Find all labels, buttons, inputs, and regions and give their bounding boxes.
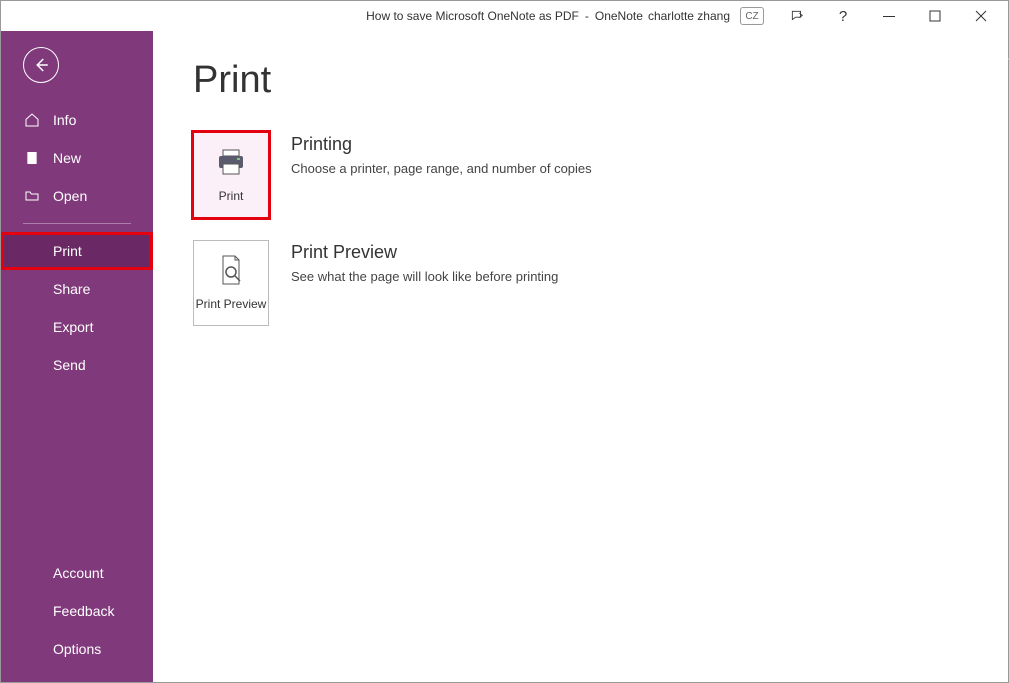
title-bar-title: How to save Microsoft OneNote as PDF - O… bbox=[366, 9, 643, 23]
sidebar-item-print[interactable]: Print bbox=[1, 232, 153, 270]
print-tile-label: Print bbox=[219, 189, 244, 203]
user-initials-badge[interactable]: CZ bbox=[740, 7, 764, 25]
home-icon bbox=[23, 111, 41, 129]
sidebar-label-info: Info bbox=[53, 112, 76, 128]
sidebar-item-account[interactable]: Account bbox=[1, 554, 153, 592]
sidebar-label-export: Export bbox=[53, 319, 93, 335]
share-feedback-icon[interactable] bbox=[774, 1, 820, 31]
title-bar-right: charlotte zhang CZ ? bbox=[648, 1, 1008, 31]
new-page-icon bbox=[23, 149, 41, 167]
app-name: OneNote bbox=[595, 9, 643, 23]
folder-open-icon bbox=[23, 187, 41, 205]
sidebar-item-share[interactable]: Share bbox=[1, 270, 153, 308]
blank-icon bbox=[23, 318, 41, 336]
user-name[interactable]: charlotte zhang bbox=[648, 9, 730, 23]
printing-description: Choose a printer, page range, and number… bbox=[291, 161, 592, 176]
preview-option-row: Print Preview Print Preview See what the… bbox=[193, 240, 968, 326]
sidebar-item-send[interactable]: Send bbox=[1, 346, 153, 384]
sidebar-label-feedback: Feedback bbox=[53, 603, 114, 619]
sidebar-item-export[interactable]: Export bbox=[1, 308, 153, 346]
backstage-window: How to save Microsoft OneNote as PDF - O… bbox=[0, 0, 1009, 683]
help-button[interactable]: ? bbox=[820, 1, 866, 31]
sidebar-divider bbox=[23, 223, 131, 224]
print-option-row: Print Printing Choose a printer, page ra… bbox=[193, 132, 968, 218]
blank-icon bbox=[23, 640, 41, 658]
maximize-button[interactable] bbox=[912, 1, 958, 31]
sidebar-label-share: Share bbox=[53, 281, 90, 297]
preview-heading: Print Preview bbox=[291, 242, 558, 263]
blank-icon bbox=[23, 242, 41, 260]
printing-heading: Printing bbox=[291, 134, 592, 155]
print-tile[interactable]: Print bbox=[193, 132, 269, 218]
blank-icon bbox=[23, 356, 41, 374]
close-button[interactable] bbox=[958, 1, 1004, 31]
page-title: Print bbox=[193, 59, 968, 102]
sidebar-item-open[interactable]: Open bbox=[1, 177, 153, 215]
print-preview-tile[interactable]: Print Preview bbox=[193, 240, 269, 326]
printer-icon bbox=[215, 146, 247, 183]
sidebar-label-send: Send bbox=[53, 357, 86, 373]
preview-option-text: Print Preview See what the page will loo… bbox=[291, 240, 558, 326]
blank-icon bbox=[23, 602, 41, 620]
document-title: How to save Microsoft OneNote as PDF bbox=[366, 9, 579, 23]
sidebar-label-account: Account bbox=[53, 565, 104, 581]
back-button[interactable] bbox=[23, 47, 59, 83]
sidebar-item-options[interactable]: Options bbox=[1, 630, 153, 668]
backstage-sidebar: Info New Open Print Share Export bbox=[1, 31, 153, 682]
sidebar-label-open: Open bbox=[53, 188, 87, 204]
sidebar-label-options: Options bbox=[53, 641, 101, 657]
blank-icon bbox=[23, 280, 41, 298]
preview-description: See what the page will look like before … bbox=[291, 269, 558, 284]
print-preview-icon bbox=[215, 254, 247, 291]
blank-icon bbox=[23, 564, 41, 582]
print-option-text: Printing Choose a printer, page range, a… bbox=[291, 132, 592, 218]
sidebar-item-info[interactable]: Info bbox=[1, 101, 153, 139]
sidebar-item-feedback[interactable]: Feedback bbox=[1, 592, 153, 630]
sidebar-label-new: New bbox=[53, 150, 81, 166]
title-separator: - bbox=[585, 9, 589, 23]
main-panel: Print Print Printing Choose a printer, p… bbox=[153, 31, 1008, 682]
title-bar: How to save Microsoft OneNote as PDF - O… bbox=[1, 1, 1008, 31]
sidebar-item-new[interactable]: New bbox=[1, 139, 153, 177]
minimize-button[interactable] bbox=[866, 1, 912, 31]
preview-tile-label: Print Preview bbox=[196, 297, 267, 311]
sidebar-label-print: Print bbox=[53, 243, 82, 259]
